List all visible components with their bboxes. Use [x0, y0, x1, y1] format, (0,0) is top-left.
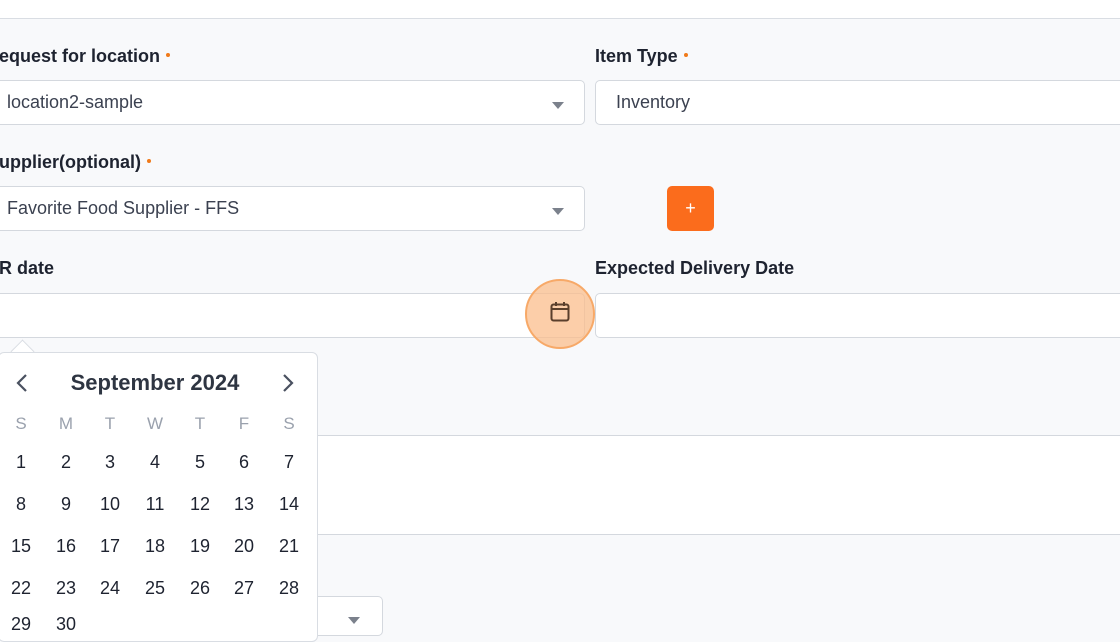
calendar-day[interactable]: 24: [93, 578, 127, 599]
calendar-day[interactable]: 16: [49, 536, 83, 557]
calendar-day[interactable]: 15: [4, 536, 38, 557]
supplier-label-text: upplier(optional): [0, 152, 141, 172]
item-type-select-value: Inventory: [616, 92, 691, 112]
item-type-label-text: Item Type: [595, 46, 678, 66]
calendar-day[interactable]: 27: [227, 578, 261, 599]
delivery-date-label: Expected Delivery Date: [595, 258, 794, 279]
supplier-select[interactable]: Favorite Food Supplier - FFS: [0, 186, 585, 231]
chevron-left-icon[interactable]: [13, 373, 33, 393]
calendar-day[interactable]: 13: [227, 494, 261, 515]
add-button-label: +: [685, 198, 696, 218]
required-indicator: [166, 53, 171, 58]
calendar-icon: [550, 301, 570, 328]
notes-textarea[interactable]: [318, 435, 1120, 535]
calendar-day[interactable]: 8: [4, 494, 38, 515]
caret-down-icon: [348, 617, 360, 624]
weekday-header: T: [104, 414, 116, 433]
calendar-toggle-button[interactable]: [525, 279, 595, 349]
caret-down-icon: [552, 208, 564, 215]
weekday-header: M: [58, 414, 74, 433]
calendar-day[interactable]: 22: [4, 578, 38, 599]
calendar-day[interactable]: 14: [272, 494, 306, 515]
location-select[interactable]: location2-sample: [0, 80, 585, 125]
add-supplier-button[interactable]: +: [667, 186, 714, 231]
delivery-date-input[interactable]: [595, 293, 1120, 338]
item-type-label: Item Type: [595, 46, 688, 67]
calendar-day[interactable]: 6: [227, 452, 261, 473]
calendar-day[interactable]: 17: [93, 536, 127, 557]
calendar-day[interactable]: 25: [138, 578, 172, 599]
weekday-header: T: [194, 414, 206, 433]
calendar-day[interactable]: 1: [4, 452, 38, 473]
calendar-day[interactable]: 9: [49, 494, 83, 515]
weekday-header: F: [238, 414, 250, 433]
item-type-select[interactable]: Inventory: [595, 80, 1120, 125]
supplier-label: upplier(optional): [0, 152, 151, 173]
calendar-day[interactable]: 5: [183, 452, 217, 473]
supplier-select-value: Favorite Food Supplier - FFS: [7, 198, 240, 218]
calendar-day[interactable]: 18: [138, 536, 172, 557]
pr-date-input[interactable]: [0, 293, 585, 338]
calendar-day[interactable]: 20: [227, 536, 261, 557]
caret-down-icon: [552, 102, 564, 109]
chevron-right-icon[interactable]: [277, 373, 297, 393]
calendar-day[interactable]: 4: [138, 452, 172, 473]
calendar-day[interactable]: 10: [93, 494, 127, 515]
pr-date-label-text: R date: [0, 258, 55, 278]
calendar-day[interactable]: 12: [183, 494, 217, 515]
weekday-header: S: [283, 414, 295, 433]
calendar-month-title: September 2024: [70, 370, 240, 395]
required-indicator: [146, 159, 151, 164]
calendar-day[interactable]: 30: [49, 614, 83, 635]
calendar-day[interactable]: 7: [272, 452, 306, 473]
calendar-day[interactable]: 21: [272, 536, 306, 557]
calendar-day[interactable]: 2: [49, 452, 83, 473]
weekday-header: W: [146, 414, 164, 433]
calendar-day[interactable]: 28: [272, 578, 306, 599]
calendar-day[interactable]: 3: [93, 452, 127, 473]
calendar-day[interactable]: 23: [49, 578, 83, 599]
calendar-day[interactable]: 11: [138, 494, 172, 515]
pr-date-label: R date: [0, 258, 54, 279]
bottom-select[interactable]: [318, 596, 383, 636]
calendar-day[interactable]: 19: [183, 536, 217, 557]
calendar-day[interactable]: 29: [4, 614, 38, 635]
location-label-text: equest for location: [0, 46, 161, 66]
weekday-header: S: [15, 414, 27, 433]
delivery-date-label-text: Expected Delivery Date: [595, 258, 795, 278]
calendar-day[interactable]: 26: [183, 578, 217, 599]
location-select-value: location2-sample: [7, 92, 144, 112]
top-panel-edge: [0, 0, 1120, 19]
location-label: equest for location: [0, 46, 171, 67]
required-indicator: [683, 53, 688, 58]
